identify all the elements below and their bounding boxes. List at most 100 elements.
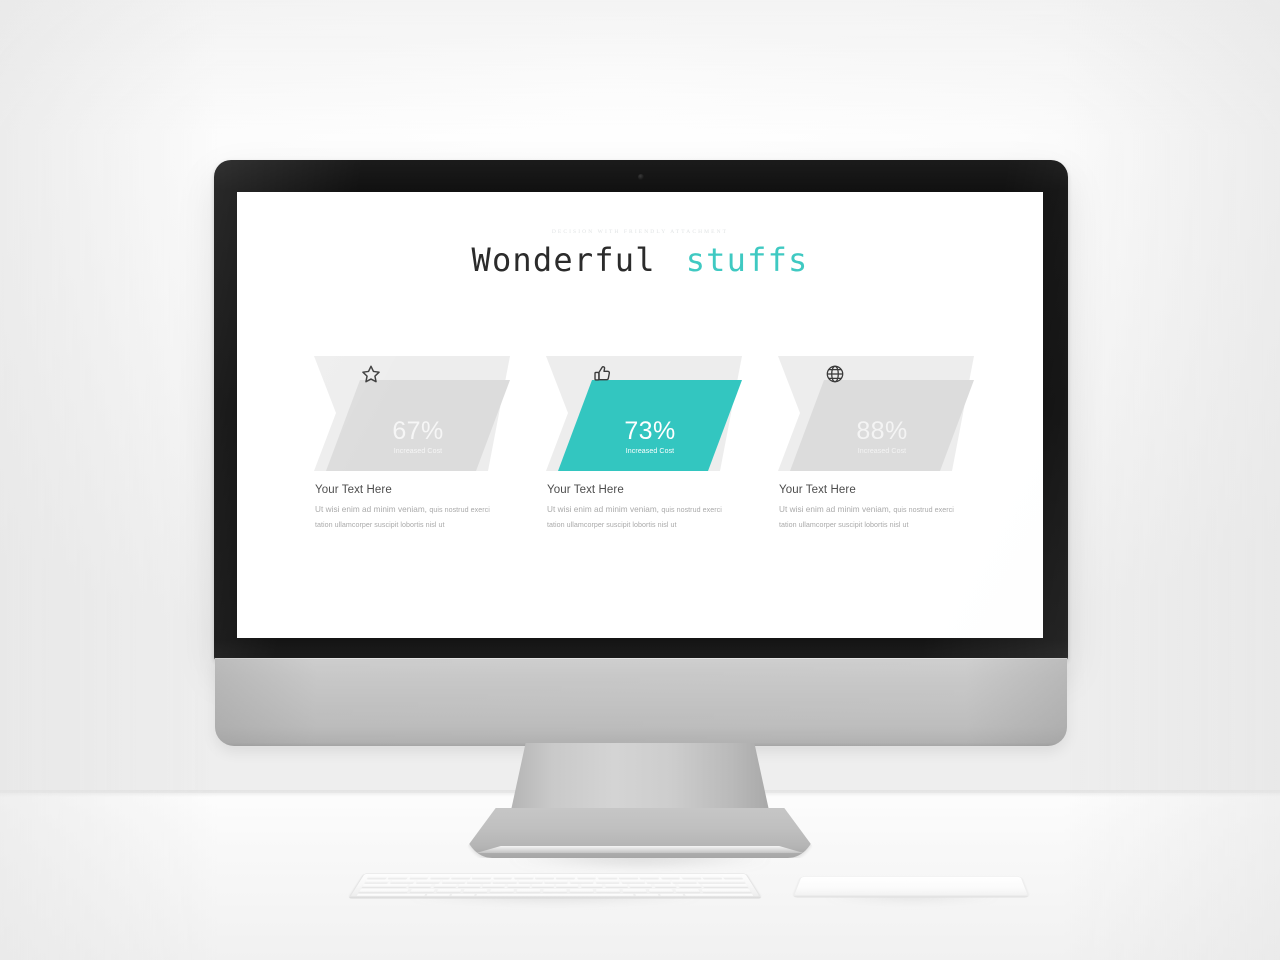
stat-percent: 73% <box>624 417 676 445</box>
keyboard-key[interactable] <box>569 889 594 893</box>
stat-heading: Your Text Here <box>779 484 856 496</box>
keyboard-key[interactable] <box>531 884 554 888</box>
keyboard-key[interactable] <box>576 875 596 879</box>
chin-shading <box>215 658 1067 746</box>
keyboard-key[interactable] <box>433 884 457 888</box>
stat-body-lead: Ut wisi enim ad minim veniam, <box>547 505 660 514</box>
thumbs-up-icon <box>592 363 614 385</box>
keyboard-key[interactable] <box>482 884 506 888</box>
keyboard-key[interactable] <box>451 875 471 879</box>
keyboard-key[interactable] <box>358 889 409 893</box>
keyboard-key[interactable] <box>367 875 388 879</box>
keyboard-key[interactable] <box>674 889 701 893</box>
keyboard-key-row <box>367 875 744 879</box>
keyboard-key[interactable] <box>701 875 723 879</box>
keyboard-key[interactable] <box>680 875 702 879</box>
keyboard-key[interactable] <box>441 880 466 884</box>
stat-body-lead: Ut wisi enim ad minim veniam, <box>315 505 428 514</box>
keyboard-key[interactable] <box>556 875 575 879</box>
keyboard-key[interactable] <box>556 884 579 888</box>
stat-text-block: Your Text Here Ut wisi enim ad minim ven… <box>779 484 969 532</box>
keyboard-key[interactable] <box>409 875 430 879</box>
keyboard-key[interactable] <box>467 880 492 884</box>
stat-body: Ut wisi enim ad minim veniam, quis nostr… <box>315 503 505 532</box>
keyboard-key[interactable] <box>677 884 702 888</box>
keyboard-key[interactable] <box>620 880 646 884</box>
stat-body: Ut wisi enim ad minim veniam, quis nostr… <box>547 503 737 532</box>
slide-headline: Wonderful stuffs <box>237 241 1043 279</box>
keyboard-key[interactable] <box>597 875 617 879</box>
keyboard-key[interactable] <box>535 875 554 879</box>
keyboard-key[interactable] <box>516 889 541 893</box>
keyboard-key[interactable] <box>430 875 450 879</box>
globe-icon <box>824 363 846 385</box>
keyboard-key[interactable] <box>388 875 409 879</box>
keyboard-key[interactable] <box>493 875 513 879</box>
presentation-slide: DECISION WITH FRIENDLY ATTACHMENT Wonder… <box>237 192 1043 638</box>
keyboard-key[interactable] <box>595 889 621 893</box>
keyboard-key[interactable] <box>660 875 681 879</box>
keyboard-key[interactable] <box>639 875 660 879</box>
stat-column-3[interactable]: 88% Increased Cost Your Text Here Ut wis… <box>778 356 974 529</box>
keyboard-key[interactable] <box>604 884 628 888</box>
keyboard-key[interactable] <box>618 875 638 879</box>
stat-percent: 88% <box>856 417 908 445</box>
stat-text-block: Your Text Here Ut wisi enim ad minim ven… <box>315 484 505 532</box>
monitor-screen: DECISION WITH FRIENDLY ATTACHMENT Wonder… <box>237 192 1043 638</box>
ribbon-banner: 88% Increased Cost <box>778 356 974 471</box>
computer-monitor: DECISION WITH FRIENDLY ATTACHMENT Wonder… <box>214 160 1068 872</box>
keyboard-key[interactable] <box>701 889 752 893</box>
keyboard-key[interactable] <box>493 880 517 884</box>
keyboard-key[interactable] <box>629 884 653 888</box>
keyboard-key[interactable] <box>580 884 604 888</box>
keyboard-key[interactable] <box>702 884 749 888</box>
ribbon-banner: 73% Increased Cost <box>546 356 742 471</box>
stat-heading: Your Text Here <box>547 484 624 496</box>
keyboard-key[interactable] <box>409 889 436 893</box>
stat-text-block: Your Text Here Ut wisi enim ad minim ven… <box>547 484 737 532</box>
keyboard-key[interactable] <box>544 880 568 884</box>
slide-eyebrow: DECISION WITH FRIENDLY ATTACHMENT <box>551 229 729 235</box>
keyboard-key[interactable] <box>436 889 462 893</box>
keyboard-keys <box>355 875 755 898</box>
keyboard-key[interactable] <box>697 880 746 884</box>
keyboard-key[interactable] <box>364 880 390 884</box>
keyboard-key-row <box>364 880 746 884</box>
headline-accent: stuffs <box>685 241 809 279</box>
keyboard-key[interactable] <box>622 889 648 893</box>
keyboard-key[interactable] <box>462 889 488 893</box>
keyboard-key[interactable] <box>408 884 433 888</box>
keyboard-key[interactable] <box>472 875 492 879</box>
ribbon-banner: 67% Increased Cost <box>314 356 510 471</box>
keyboard-key[interactable] <box>489 889 515 893</box>
stat-column-2[interactable]: 73% Increased Cost Your Text Here Ut wis… <box>546 356 742 529</box>
stand-neck <box>510 743 770 815</box>
trackpad-surface <box>793 876 1029 896</box>
keyboard[interactable] <box>347 873 763 899</box>
headline-primary: Wonderful <box>471 241 656 279</box>
stats-columns: 67% Increased Cost Your Text Here Ut wis… <box>314 356 974 596</box>
trackpad[interactable] <box>792 876 1030 898</box>
keyboard-key[interactable] <box>648 889 674 893</box>
keyboard-key[interactable] <box>506 884 530 888</box>
keyboard-key[interactable] <box>415 880 441 884</box>
keyboard-key[interactable] <box>361 884 408 888</box>
stat-body: Ut wisi enim ad minim veniam, quis nostr… <box>779 503 969 532</box>
keyboard-key[interactable] <box>570 880 594 884</box>
keyboard-key[interactable] <box>542 889 568 893</box>
keyboard-key[interactable] <box>653 884 677 888</box>
keyboard-key[interactable] <box>595 880 620 884</box>
keyboard-key[interactable] <box>518 880 543 884</box>
keyboard-key[interactable] <box>722 875 744 879</box>
keyboard-key[interactable] <box>646 880 671 884</box>
photo-scene: DECISION WITH FRIENDLY ATTACHMENT Wonder… <box>0 0 1280 960</box>
trackpad-front-edge <box>792 895 1030 898</box>
keyboard-key[interactable] <box>457 884 481 888</box>
keyboard-key[interactable] <box>671 880 697 884</box>
keyboard-key-row <box>358 889 752 893</box>
stat-percent: 67% <box>392 417 444 445</box>
stat-column-1[interactable]: 67% Increased Cost Your Text Here Ut wis… <box>314 356 510 529</box>
keyboard-key[interactable] <box>390 880 416 884</box>
keyboard-key[interactable] <box>514 875 534 879</box>
webcam-icon <box>638 174 644 180</box>
